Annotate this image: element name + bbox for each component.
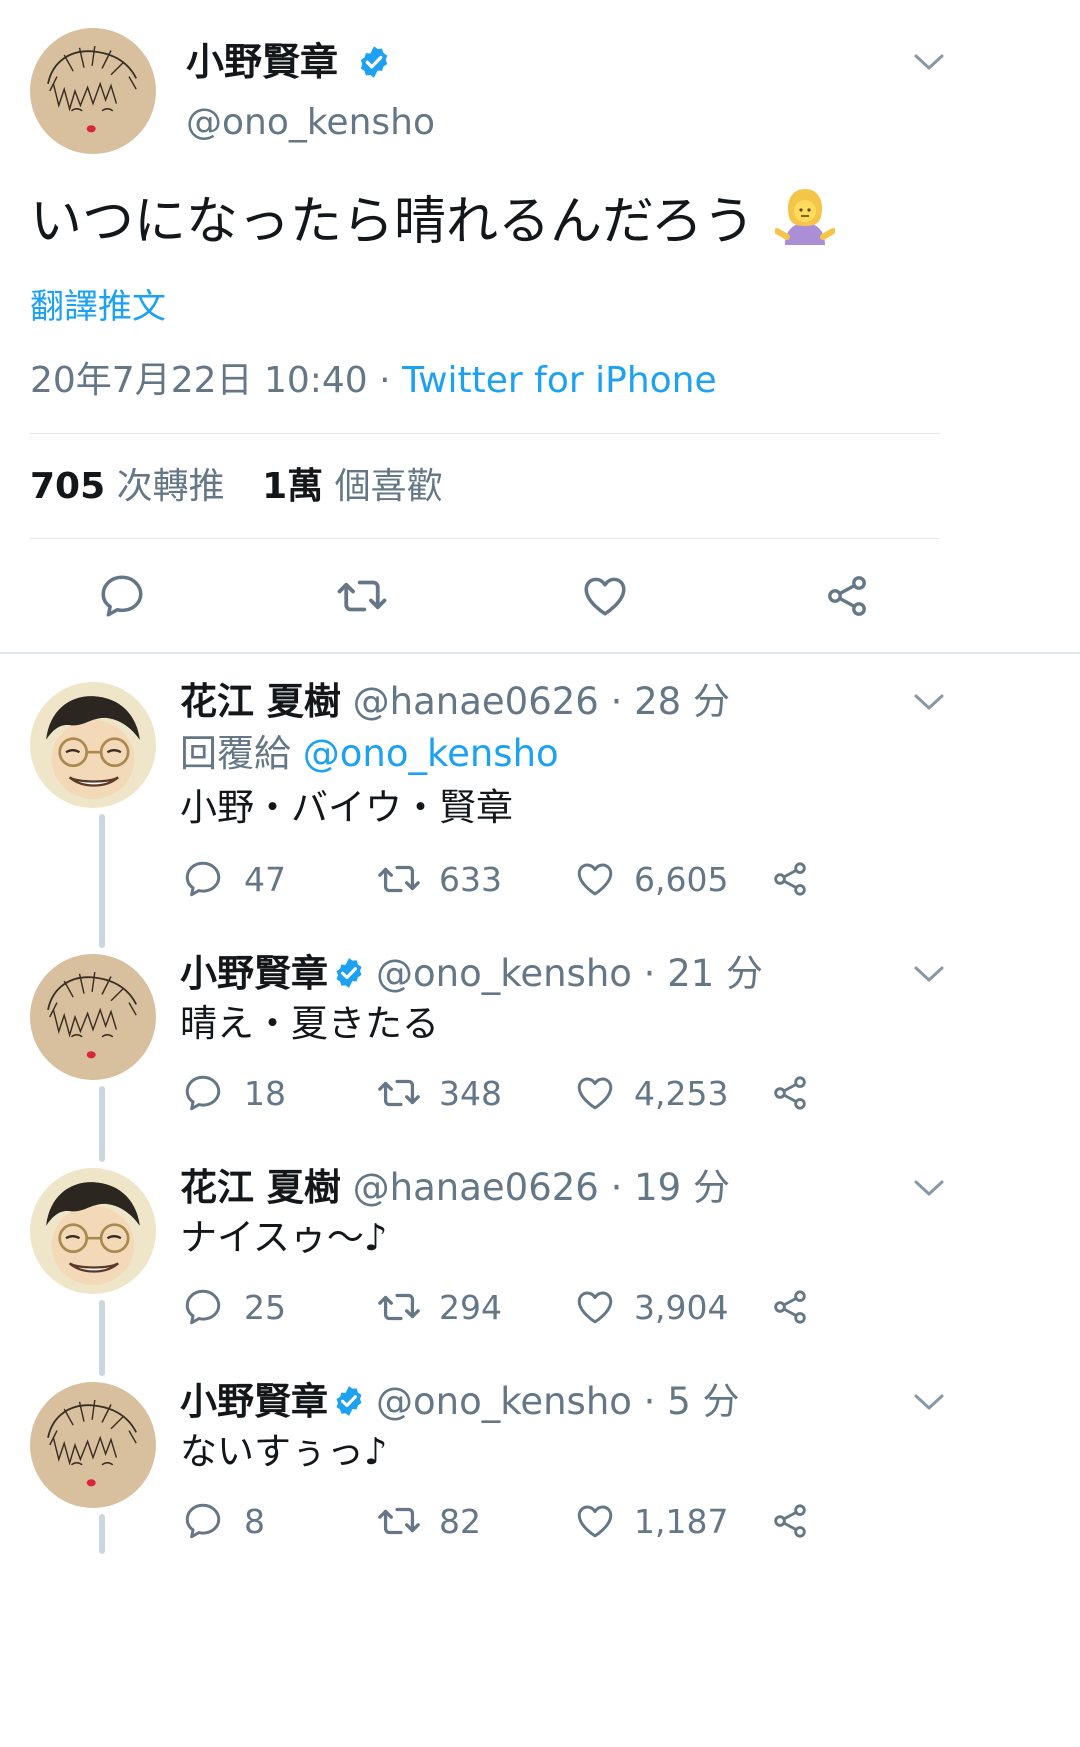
handle[interactable]: @ono_kensho — [376, 1380, 632, 1423]
reply-icon[interactable] — [182, 1286, 224, 1328]
divider — [30, 538, 940, 539]
tweet-text-row: いつになったら晴れるんだろう — [30, 186, 837, 258]
reply-header: 花江 夏樹 @hanae0626 · 28 分 — [180, 678, 730, 726]
retweet-icon[interactable] — [376, 1070, 422, 1116]
tweet-meta: 20年7月22日 10:40 · Twitter for iPhone — [30, 358, 717, 404]
retweet-icon[interactable] — [335, 569, 389, 623]
display-name: 小野賢章 — [186, 40, 339, 84]
divider — [30, 433, 940, 434]
reply-icon[interactable] — [97, 571, 147, 621]
thread-line — [99, 1086, 105, 1162]
verified-badge-icon — [332, 1384, 366, 1418]
heart-icon[interactable] — [574, 1500, 616, 1542]
like-count: 1,187 — [634, 1502, 729, 1541]
reply-prefix: 回覆給 — [180, 732, 291, 775]
reply-icon[interactable] — [182, 1072, 224, 1114]
reply-header: 小野賢章 @ono_kensho · 5 分 — [180, 1378, 740, 1426]
tweet-text: いつになったら晴れるんだろう — [30, 192, 755, 252]
timestamp: · 21 分 — [631, 952, 764, 995]
tweet-text: 小野・バイウ・賢章 — [180, 786, 513, 829]
avatar[interactable] — [30, 1168, 156, 1294]
display-name[interactable]: 花江 夏樹 — [180, 680, 341, 723]
reply-count: 8 — [244, 1502, 265, 1541]
like-count: 3,904 — [634, 1288, 729, 1327]
verified-badge-icon — [356, 44, 392, 80]
heart-icon[interactable] — [574, 858, 616, 900]
person-shrugging-emoji — [774, 189, 837, 245]
retweet-icon[interactable] — [376, 856, 422, 902]
like-count: 6,605 — [634, 860, 729, 899]
avatar[interactable] — [30, 954, 156, 1080]
chevron-down-icon[interactable] — [912, 692, 946, 712]
retweet-count: 633 — [439, 860, 502, 899]
retweet-count: 348 — [439, 1074, 502, 1113]
display-name[interactable]: 小野賢章 — [180, 952, 328, 995]
heart-icon[interactable] — [574, 1072, 616, 1114]
reply-icon[interactable] — [182, 858, 224, 900]
tweet-text: ナイスゥ〜♪ — [180, 1216, 388, 1259]
mention-link[interactable]: @ono_kensho — [303, 732, 559, 775]
display-name[interactable]: 小野賢章 — [180, 1380, 328, 1423]
meta-separator: · — [367, 360, 403, 401]
retweet-count: 82 — [439, 1502, 481, 1541]
author-name-row[interactable]: 小野賢章 — [186, 38, 392, 86]
timestamp: · 28 分 — [598, 680, 730, 723]
reply-count: 18 — [244, 1074, 286, 1113]
chevron-down-icon[interactable] — [912, 964, 946, 984]
like-count: 1萬 — [262, 466, 324, 507]
retweet-icon[interactable] — [376, 1498, 422, 1544]
tweet-text: 晴え・夏きたる — [180, 1002, 439, 1045]
tweet-text: ないすぅっ♪ — [180, 1430, 388, 1473]
chevron-down-icon[interactable] — [912, 52, 946, 72]
tweet-date: 20年7月22日 10:40 — [30, 360, 368, 401]
avatar[interactable] — [30, 28, 156, 154]
thread-line — [99, 814, 105, 948]
timestamp: · 5 分 — [631, 1380, 740, 1423]
retweet-count: 294 — [439, 1288, 502, 1327]
avatar[interactable] — [30, 1382, 156, 1508]
avatar[interactable] — [30, 682, 156, 808]
tweet-source-link[interactable]: Twitter for iPhone — [402, 360, 717, 401]
handle[interactable]: @hanae0626 — [353, 1166, 599, 1209]
reply-count: 47 — [244, 860, 286, 899]
thread-line — [99, 1300, 105, 1376]
retweet-icon[interactable] — [376, 1284, 422, 1330]
retweet-stat[interactable]: 705 次轉推 — [30, 466, 225, 507]
reply-count: 25 — [244, 1288, 286, 1327]
share-icon[interactable] — [823, 572, 871, 620]
like-count: 4,253 — [634, 1074, 729, 1113]
reply-header: 小野賢章 @ono_kensho · 21 分 — [180, 950, 763, 998]
reply-header: 花江 夏樹 @hanae0626 · 19 分 — [180, 1164, 730, 1212]
display-name[interactable]: 花江 夏樹 — [180, 1166, 341, 1209]
like-label: 個喜歡 — [334, 466, 443, 507]
reply-icon[interactable] — [182, 1500, 224, 1542]
reply-context: 回覆給 @ono_kensho — [180, 730, 559, 778]
engagement-stats: 705 次轉推 1萬 個喜歡 — [30, 464, 443, 510]
handle[interactable]: @hanae0626 — [353, 680, 599, 723]
handle[interactable]: @ono_kensho — [186, 100, 435, 146]
chevron-down-icon[interactable] — [912, 1392, 946, 1412]
verified-badge-icon — [332, 956, 366, 990]
chevron-down-icon[interactable] — [912, 1178, 946, 1198]
share-icon[interactable] — [770, 859, 810, 899]
share-icon[interactable] — [770, 1287, 810, 1327]
section-divider — [0, 652, 1080, 654]
handle[interactable]: @ono_kensho — [376, 952, 632, 995]
translate-tweet-link[interactable]: 翻譯推文 — [30, 284, 166, 330]
share-icon[interactable] — [770, 1501, 810, 1541]
retweet-label: 次轉推 — [116, 466, 225, 507]
heart-icon[interactable] — [574, 1286, 616, 1328]
thread-line — [99, 1514, 105, 1554]
timestamp: · 19 分 — [598, 1166, 730, 1209]
retweet-count: 705 — [30, 466, 106, 507]
like-stat[interactable]: 1萬 個喜歡 — [262, 466, 443, 507]
share-icon[interactable] — [770, 1073, 810, 1113]
heart-icon[interactable] — [580, 571, 630, 621]
